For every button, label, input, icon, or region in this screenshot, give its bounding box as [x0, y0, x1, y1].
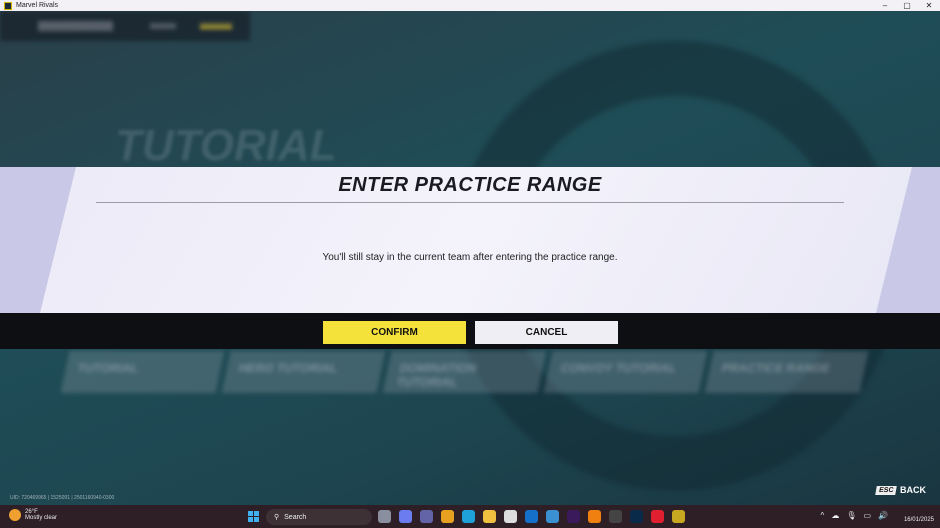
cancel-button[interactable]: CANCEL — [475, 321, 618, 344]
mode-nav — [0, 11, 250, 41]
chrome-icon[interactable] — [441, 510, 454, 523]
weather-condition: Mostly clear — [25, 515, 58, 521]
app-logo-icon — [4, 1, 12, 10]
confirm-button[interactable]: CONFIRM — [323, 321, 466, 344]
window-titlebar: Marvel Rivals – ▢ ✕ — [0, 0, 940, 11]
obs-icon[interactable] — [609, 510, 622, 523]
taskbar-date[interactable]: 16/01/2025 — [904, 516, 934, 524]
copilot-icon[interactable] — [399, 510, 412, 523]
tutorial-card: DOMINATION TUTORIAL — [382, 351, 547, 393]
taskbar: 26°F Mostly clear ⚲ Search ^ ☁ 🎙 ▭ 🔊 16/… — [0, 505, 940, 528]
search-placeholder: Search — [284, 513, 307, 521]
edge-icon[interactable] — [462, 510, 475, 523]
task-view-icon[interactable] — [378, 510, 391, 523]
marvel-rivals-icon[interactable] — [672, 510, 685, 523]
photoshop-icon[interactable] — [630, 510, 643, 523]
dialog-button-bar: CONFIRM CANCEL — [0, 313, 940, 349]
volume-icon[interactable]: 🔊 — [878, 511, 888, 521]
dialog-divider — [96, 202, 844, 203]
weather-icon — [9, 509, 21, 521]
teams-icon[interactable] — [420, 510, 433, 523]
esc-key-icon: ESC — [874, 485, 897, 495]
store-icon[interactable] — [504, 510, 517, 523]
maximize-button[interactable]: ▢ — [896, 0, 918, 11]
dialog-message: You'll still stay in the current team af… — [322, 252, 618, 263]
outlook-icon[interactable] — [525, 510, 538, 523]
close-button[interactable]: ✕ — [918, 0, 940, 11]
search-icon: ⚲ — [274, 514, 280, 521]
window-title: Marvel Rivals — [16, 2, 59, 9]
taskbar-search[interactable]: ⚲ Search — [266, 509, 372, 525]
microphone-icon[interactable]: 🎙 — [846, 511, 856, 521]
back-button[interactable]: ESC BACK — [874, 485, 926, 495]
game-viewport: TUTORIAL TUTORIAL HERO TUTORIAL DOMINATI… — [0, 11, 940, 505]
system-tray[interactable]: ^ ☁ 🎙 ▭ 🔊 — [821, 511, 888, 521]
tutorial-card: CONVOY TUTORIAL — [543, 351, 708, 393]
weather-widget[interactable]: 26°F Mostly clear — [9, 509, 57, 521]
tutorial-card: TUTORIAL — [60, 351, 225, 393]
background-title: TUTORIAL — [115, 121, 337, 170]
network-icon[interactable]: ▭ — [863, 511, 871, 521]
app-red-icon[interactable] — [651, 510, 664, 523]
premiere-icon[interactable] — [567, 510, 580, 523]
minimize-button[interactable]: – — [874, 0, 896, 11]
photos-icon[interactable] — [546, 510, 559, 523]
dialog-title: ENTER PRACTICE RANGE — [338, 174, 602, 196]
tutorial-card: PRACTICE RANGE — [704, 351, 869, 393]
taskbar-apps — [378, 510, 685, 523]
tutorial-cards: TUTORIAL HERO TUTORIAL DOMINATION TUTORI… — [60, 351, 869, 393]
uid-text: UID: 720469965 | 1525091 | 2501160940-03… — [10, 495, 115, 501]
file-explorer-icon[interactable] — [483, 510, 496, 523]
tutorial-card: HERO TUTORIAL — [221, 351, 386, 393]
vlc-icon[interactable] — [588, 510, 601, 523]
cloud-icon[interactable]: ☁ — [831, 511, 839, 521]
back-label: BACK — [900, 485, 926, 495]
chevron-up-icon[interactable]: ^ — [821, 511, 825, 521]
start-button[interactable] — [248, 511, 259, 522]
